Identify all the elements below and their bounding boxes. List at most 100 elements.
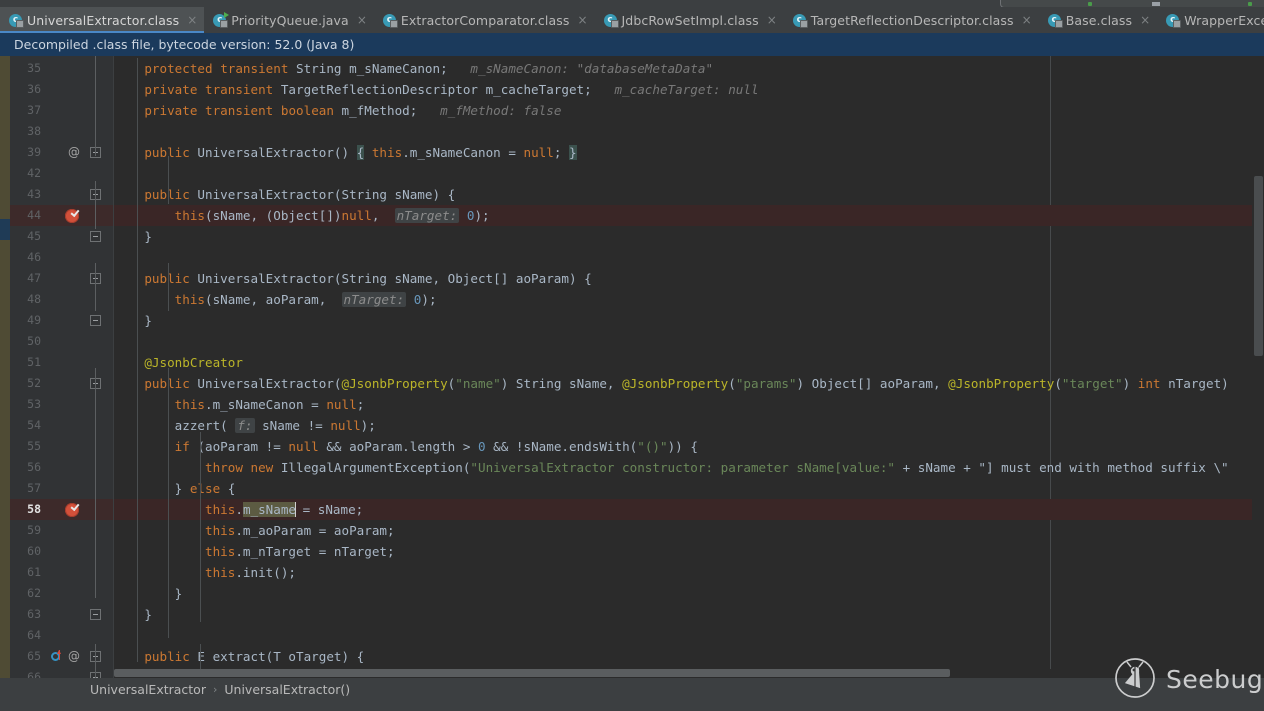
class-file-icon: c	[9, 13, 24, 28]
line-number-52: 52	[27, 376, 41, 390]
code-line-37[interactable]: private transient boolean m_fMethod; m_f…	[114, 100, 561, 121]
breakpoint-icon[interactable]	[65, 207, 80, 223]
editor-tab-1[interactable]: cPriorityQueue.java ×	[204, 7, 374, 33]
line-number-38: 38	[27, 124, 41, 138]
code-line-49[interactable]: }	[114, 310, 152, 331]
code-line-61[interactable]: this.init();	[114, 562, 296, 583]
line-number-53: 53	[27, 397, 41, 411]
seebug-bug-logo-icon	[1113, 656, 1157, 703]
line-number-58: 58	[27, 502, 41, 516]
fold-connector-line-4	[95, 644, 96, 678]
line-number-42: 42	[27, 166, 41, 180]
close-icon[interactable]: ×	[1140, 14, 1150, 26]
vertical-scrollbar-thumb[interactable]	[1254, 176, 1263, 356]
line-number-56: 56	[27, 460, 41, 474]
close-icon[interactable]: ×	[187, 14, 197, 26]
toolbar-indicator-icon-2	[1248, 2, 1252, 6]
line-number-64: 64	[27, 628, 41, 642]
annotation-gutter-icon[interactable]: @	[67, 142, 81, 163]
code-line-36[interactable]: private transient TargetReflectionDescri…	[114, 79, 758, 100]
breadcrumb-separator: ›	[212, 682, 218, 696]
toolbar-sliver	[0, 0, 1264, 7]
indent-guide-2	[168, 263, 169, 311]
indent-guide-1	[168, 156, 169, 204]
code-line-35[interactable]: protected transient String m_sNameCanon;…	[114, 58, 713, 79]
code-line-51[interactable]: @JsonbCreator	[114, 352, 243, 373]
code-line-53[interactable]: this.m_sNameCanon = null;	[114, 394, 365, 415]
line-number-54: 54	[27, 418, 41, 432]
overriding-method-icon[interactable]	[51, 650, 64, 663]
code-fold-end-marker[interactable]	[90, 231, 101, 242]
line-number-37: 37	[27, 103, 41, 117]
code-line-39[interactable]: public UniversalExtractor() { this.m_sNa…	[114, 142, 577, 163]
status-bar	[0, 700, 1264, 711]
code-line-52[interactable]: public UniversalExtractor(@JsonbProperty…	[114, 373, 1228, 394]
editor-tab-5[interactable]: cBase.class ×	[1039, 7, 1158, 33]
code-line-55[interactable]: if (aoParam != null && aoParam.length > …	[114, 436, 698, 457]
code-surface[interactable]: protected transient String m_sNameCanon;…	[114, 56, 1264, 678]
code-line-54[interactable]: azzert( f: sName != null);	[114, 415, 376, 436]
line-number-65: 65	[27, 649, 41, 663]
editor-tab-label: UniversalExtractor.class	[27, 12, 180, 28]
breadcrumb: UniversalExtractor › UniversalExtractor()	[0, 678, 1264, 700]
code-line-60[interactable]: this.m_nTarget = nTarget;	[114, 541, 395, 562]
close-icon[interactable]: ×	[357, 14, 367, 26]
code-line-48[interactable]: this(sName, aoParam, nTarget: 0);	[114, 289, 437, 310]
code-line-65[interactable]: public E extract(T oTarget) {	[114, 646, 364, 667]
editor-tab-label: TargetReflectionDescriptor.class	[810, 12, 1014, 28]
code-editor[interactable]: 35 36 37 38 39 @42 43 44 45 46 47 48 49 50 51 52 53 54 55 5…	[0, 56, 1264, 678]
fold-connector-line-2	[95, 263, 96, 311]
editor-tab-2[interactable]: cExtractorComparator.class ×	[374, 7, 595, 33]
code-line-58[interactable]: this.m_sName = sName;	[114, 499, 363, 520]
breadcrumb-item-0[interactable]: UniversalExtractor	[90, 682, 206, 697]
line-number-62: 62	[27, 586, 41, 600]
breadcrumb-item-1[interactable]: UniversalExtractor()	[224, 682, 350, 697]
fold-connector-line-0	[95, 56, 96, 156]
ide-window: cUniversalExtractor.class×cPriorityQueue…	[0, 0, 1264, 711]
line-number-48: 48	[27, 292, 41, 306]
line-number-50: 50	[27, 334, 41, 348]
decompiled-notice-bar: Decompiled .class file, bytecode version…	[0, 33, 1264, 56]
seebug-watermark: Seebug	[1113, 656, 1263, 703]
horizontal-scrollbar[interactable]	[114, 669, 1252, 678]
editor-tab-0[interactable]: cUniversalExtractor.class ×	[0, 7, 205, 33]
decompiled-notice-text: Decompiled .class file, bytecode version…	[14, 37, 355, 52]
indent-guide-0	[137, 58, 138, 662]
editor-tab-6[interactable]: cWrapperException.class×	[1157, 7, 1264, 33]
toolbar-run-config-box[interactable]	[1000, 0, 1264, 7]
code-line-59[interactable]: this.m_aoParam = aoParam;	[114, 520, 395, 541]
code-line-45[interactable]: }	[114, 226, 152, 247]
class-file-icon: c	[1047, 13, 1063, 28]
line-number-66: 66	[27, 670, 41, 678]
fold-connector-line-1	[95, 181, 96, 229]
line-number-60: 60	[27, 544, 41, 558]
line-number-49: 49	[27, 313, 41, 327]
line-number-39: 39	[27, 145, 41, 159]
editor-tab-3[interactable]: cJdbcRowSetImpl.class ×	[595, 7, 784, 33]
close-icon[interactable]: ×	[1022, 14, 1032, 26]
editor-gutter[interactable]: 35 36 37 38 39 @42 43 44 45 46 47 48 49 50 51 52 53 54 55 5…	[10, 56, 113, 678]
toolbar-cursor-icon	[1152, 2, 1160, 6]
code-fold-end-marker[interactable]	[90, 609, 101, 620]
code-line-57[interactable]: } else {	[114, 478, 236, 499]
code-line-43[interactable]: public UniversalExtractor(String sName) …	[114, 184, 455, 205]
annotation-gutter-icon[interactable]: @	[67, 646, 81, 667]
code-line-56[interactable]: throw new IllegalArgumentException("Univ…	[114, 457, 1229, 478]
editor-tab-4[interactable]: cTargetReflectionDescriptor.class ×	[784, 7, 1039, 33]
editor-tab-label: ExtractorComparator.class	[400, 12, 570, 28]
code-line-44[interactable]: this(sName, (Object[])null, nTarget: 0);	[114, 205, 490, 226]
line-number-61: 61	[27, 565, 41, 579]
close-icon[interactable]: ×	[577, 14, 587, 26]
code-line-62[interactable]: }	[114, 583, 183, 604]
code-line-47[interactable]: public UniversalExtractor(String sName, …	[114, 268, 591, 289]
close-icon[interactable]: ×	[767, 14, 777, 26]
code-line-63[interactable]: }	[114, 604, 152, 625]
class-file-icon: c	[1166, 13, 1182, 28]
vertical-scrollbar[interactable]	[1252, 56, 1264, 678]
horizontal-scrollbar-thumb[interactable]	[114, 669, 950, 677]
line-number-35: 35	[27, 61, 41, 75]
code-fold-end-marker[interactable]	[90, 315, 101, 326]
line-number-36: 36	[27, 82, 41, 96]
breakpoint-icon[interactable]	[65, 501, 80, 517]
editor-tab-bar: cUniversalExtractor.class×cPriorityQueue…	[0, 7, 1264, 33]
